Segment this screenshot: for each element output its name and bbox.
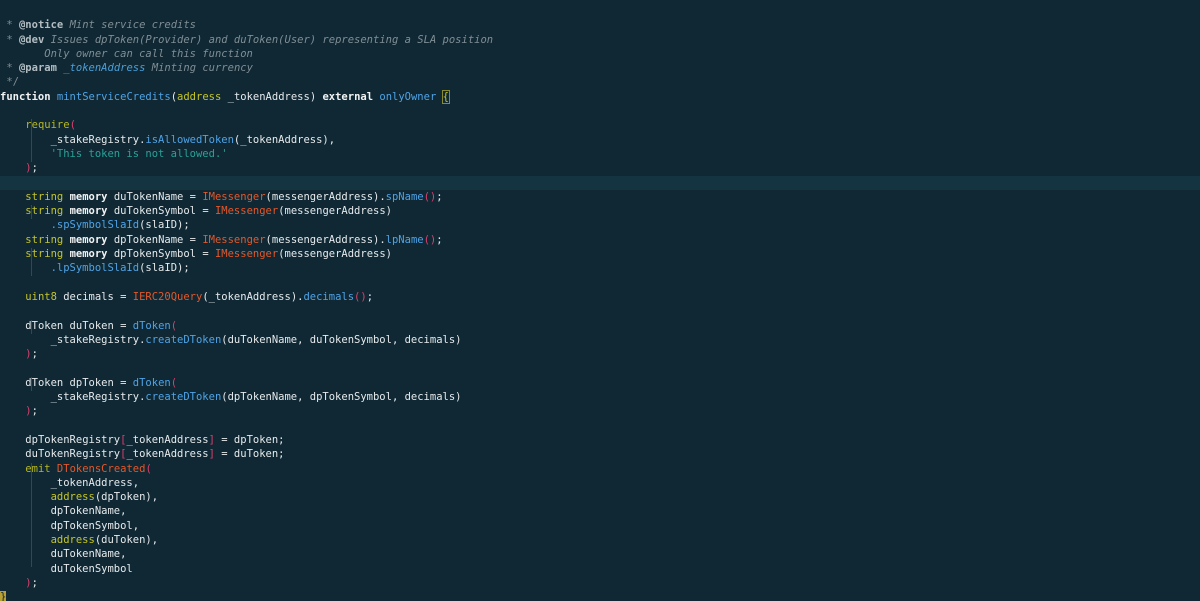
code-line[interactable]: * @param _tokenAddress Minting currency	[0, 47, 1200, 74]
code-line[interactable]: );	[0, 333, 1200, 360]
code-line[interactable]: duTokenName,	[0, 533, 1200, 560]
code-line[interactable]: _stakeRegistry.createDToken(dpTokenName,…	[0, 376, 1200, 403]
code-line[interactable]: Only owner can call this function	[0, 33, 1200, 60]
code-line[interactable]: }	[0, 576, 1200, 601]
code-line[interactable]: address(dpToken),	[0, 476, 1200, 503]
code-editor[interactable]: * @notice Mint service credits * @dev Is…	[0, 0, 1200, 601]
code-line[interactable]: duTokenSymbol	[0, 547, 1200, 575]
code-line[interactable]: duTokenRegistry[_tokenAddress] = duToken…	[0, 433, 1200, 460]
code-line[interactable]: _stakeRegistry.createDToken(duTokenName,…	[0, 319, 1200, 346]
matching-brace-close: }	[0, 591, 7, 601]
code-line[interactable]: );	[0, 562, 1200, 589]
code-line[interactable]: * @notice Mint service credits	[0, 4, 1200, 31]
code-line[interactable]: 'This token is not allowed.'	[0, 133, 1200, 160]
code-line[interactable]: _tokenAddress,	[0, 462, 1200, 489]
code-line[interactable]: );	[0, 390, 1200, 417]
code-line[interactable]: require(	[0, 104, 1200, 131]
code-line[interactable]: dpTokenName,	[0, 490, 1200, 517]
function-signature-line[interactable]: function mintServiceCredits(address _tok…	[0, 76, 1200, 104]
code-line[interactable]: .spSymbolSlaId(slaID);	[0, 204, 1200, 231]
code-line[interactable]: string memory dpTokenName = IMessenger(m…	[0, 219, 1200, 246]
code-line[interactable]: */	[0, 61, 1200, 88]
code-line[interactable]: );	[0, 147, 1200, 174]
active-code-line[interactable]: string memory duTokenName = IMessenger(m…	[0, 175, 1200, 203]
matching-brace-open: {	[441, 89, 450, 104]
code-line[interactable]: string memory duTokenSymbol = IMessenger…	[0, 190, 1200, 217]
code-line[interactable]: address(duToken),	[0, 519, 1200, 546]
code-line[interactable]: uint8 decimals = IERC20Query(_tokenAddre…	[0, 276, 1200, 303]
code-line[interactable]: dToken dpToken = dToken(	[0, 362, 1200, 389]
code-line[interactable]: _stakeRegistry.isAllowedToken(_tokenAddr…	[0, 118, 1200, 146]
code-line[interactable]: .lpSymbolSlaId(slaID);	[0, 247, 1200, 274]
code-line[interactable]: * @dev Issues dpToken(Provider) and duTo…	[0, 18, 1200, 46]
code-line[interactable]: string memory dpTokenSymbol = IMessenger…	[0, 233, 1200, 260]
code-line[interactable]: emit DTokensCreated(	[0, 447, 1200, 475]
code-line[interactable]: dpTokenRegistry[_tokenAddress] = dpToken…	[0, 419, 1200, 446]
code-line[interactable]: dpTokenSymbol,	[0, 505, 1200, 532]
code-line[interactable]: dToken duToken = dToken(	[0, 304, 1200, 332]
